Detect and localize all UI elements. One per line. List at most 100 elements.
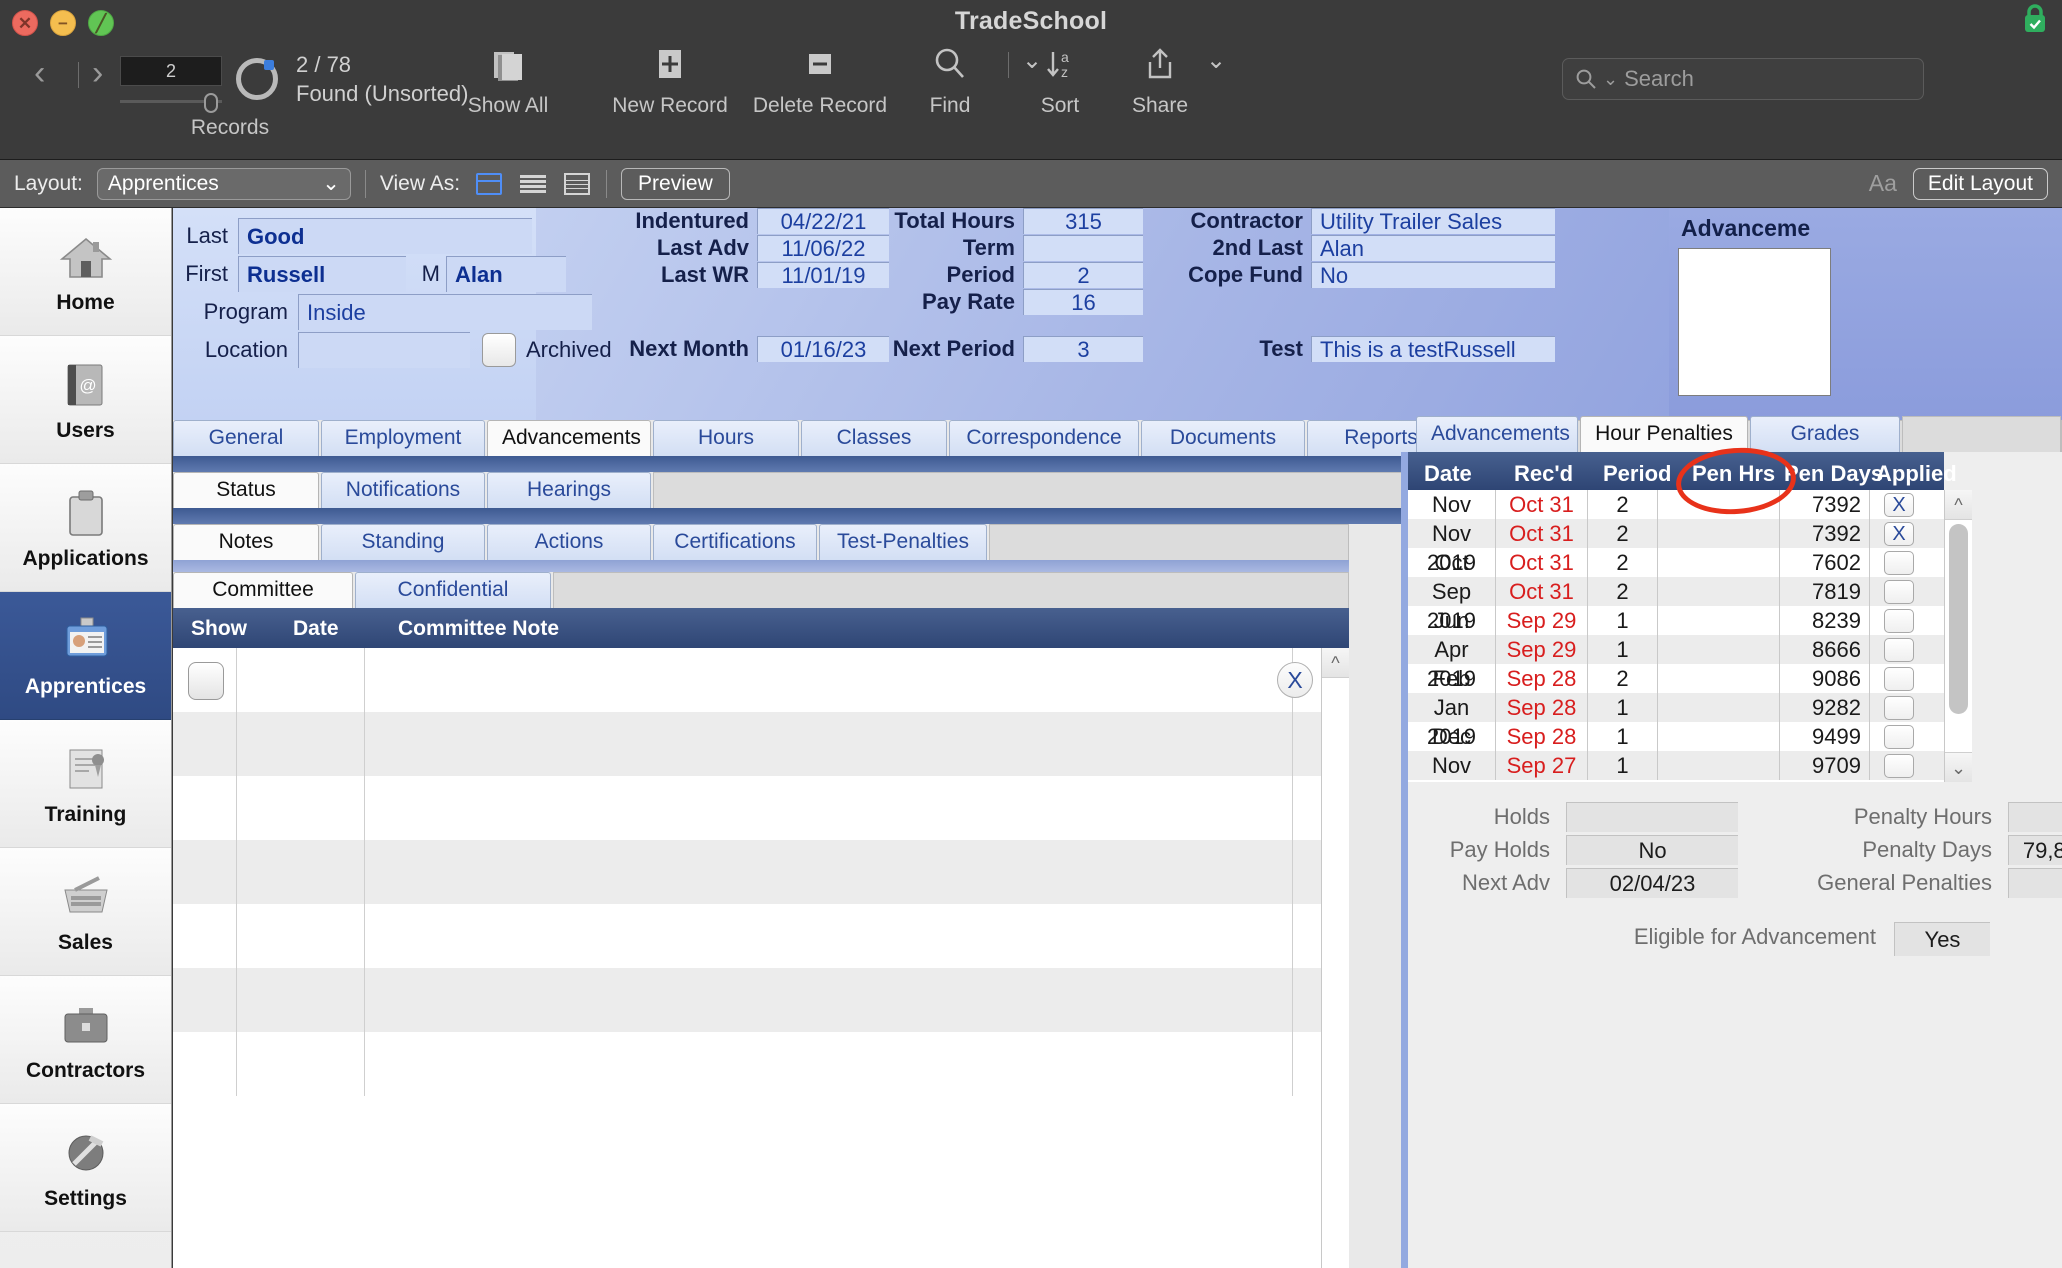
- penalties-scrollbar[interactable]: ^ ⌄: [1944, 490, 1972, 782]
- scroll-up-button[interactable]: ^: [1322, 648, 1349, 678]
- penalties-table[interactable]: Nov 2019Oct 3127392XNov 2019Oct 3127392X…: [1408, 490, 1944, 782]
- tab-hearings[interactable]: Hearings: [487, 472, 651, 508]
- sidebar-item-apprentices[interactable]: Apprentices: [0, 592, 171, 720]
- tab-committee-notes[interactable]: Committee Notes: [173, 572, 353, 635]
- note-row[interactable]: [173, 904, 1349, 968]
- penalty-row[interactable]: Oct 2019Oct 312 7602: [1408, 548, 1944, 604]
- note-row[interactable]: [173, 840, 1349, 904]
- note-row[interactable]: [173, 712, 1349, 776]
- sidebar-item-users[interactable]: @ Users: [0, 336, 171, 464]
- record-slider[interactable]: 2: [120, 56, 222, 113]
- note-row[interactable]: [173, 968, 1349, 1032]
- penalty-row[interactable]: Sep 2019 Oct 31 2 7819: [1408, 577, 1944, 633]
- pay-holds-field[interactable]: No: [1566, 835, 1738, 865]
- search-input[interactable]: ⌄ Search: [1562, 58, 1924, 100]
- edit-layout-button[interactable]: Edit Layout: [1912, 167, 2048, 200]
- tab-documents[interactable]: Documents: [1141, 420, 1305, 456]
- sidebar-item-applications[interactable]: Applications: [0, 464, 171, 592]
- penalty-applied-cell[interactable]: [1870, 751, 1944, 780]
- preview-button[interactable]: Preview: [621, 167, 730, 200]
- penalty-applied-checkbox[interactable]: [1884, 696, 1914, 720]
- penalty-applied-cell[interactable]: [1870, 693, 1944, 722]
- scrollbar-thumb[interactable]: [1949, 524, 1968, 714]
- note-row[interactable]: [173, 1032, 1349, 1096]
- note-text-cell[interactable]: [365, 712, 1293, 776]
- program-field[interactable]: Inside: [298, 294, 592, 330]
- tab-notifications[interactable]: Notifications: [321, 472, 485, 508]
- advancement-portal[interactable]: [1678, 248, 1831, 396]
- note-show-cell[interactable]: [173, 648, 237, 712]
- tab-hours[interactable]: Hours: [653, 420, 799, 456]
- penalty-row[interactable]: Nov 2019Oct 312 7392 X: [1408, 490, 1944, 546]
- tab-standing[interactable]: Standing: [321, 524, 485, 560]
- note-text-cell[interactable]: [365, 904, 1293, 968]
- penalty-row[interactable]: Nov 2019Oct 312 7392 X: [1408, 519, 1944, 575]
- tab-actions[interactable]: Actions: [487, 524, 651, 560]
- sidebar-item-contractors[interactable]: Contractors: [0, 976, 171, 1104]
- cope-fund-field[interactable]: No: [1311, 262, 1555, 288]
- tab-general[interactable]: General: [173, 420, 319, 456]
- new-record-button[interactable]: New Record: [600, 36, 740, 118]
- note-text-cell[interactable]: [365, 776, 1293, 840]
- first-name-field[interactable]: Russell: [238, 256, 406, 292]
- delete-record-button[interactable]: Delete Record: [730, 36, 910, 118]
- note-show-cell[interactable]: [173, 904, 237, 968]
- text-format-icon[interactable]: Aa: [1869, 170, 1897, 197]
- second-last-field[interactable]: Alan: [1311, 235, 1555, 261]
- note-show-cell[interactable]: [173, 776, 237, 840]
- penalty-applied-checkbox[interactable]: [1884, 638, 1914, 662]
- penalty-applied-cell[interactable]: [1870, 635, 1944, 664]
- scroll-down-button[interactable]: ⌄: [1945, 752, 1972, 782]
- note-show-cell[interactable]: [173, 1032, 237, 1096]
- tab-grades[interactable]: Grades: [1750, 416, 1900, 452]
- penalty-row[interactable]: Jan 2019 Sep 28 1 9282: [1408, 693, 1944, 749]
- tab-certifications[interactable]: Certifications: [653, 524, 817, 560]
- note-text-cell[interactable]: [365, 1032, 1293, 1096]
- note-date-cell[interactable]: [237, 648, 365, 712]
- tab-employment[interactable]: Employment: [321, 420, 485, 456]
- middle-name-field[interactable]: Alan: [446, 256, 566, 292]
- share-dropdown-button[interactable]: ⌄: [1196, 46, 1236, 75]
- previous-record-button[interactable]: ‹: [34, 56, 45, 90]
- delete-note-button[interactable]: X: [1277, 662, 1313, 698]
- notes-list[interactable]: [173, 648, 1349, 1268]
- slider-thumb[interactable]: [204, 93, 218, 113]
- tab-advancements-sub[interactable]: Advancements: [1416, 416, 1578, 452]
- penalty-days-field[interactable]: 79,821: [2008, 835, 2062, 865]
- view-as-list-button[interactable]: [518, 171, 548, 197]
- penalty-applied-cell[interactable]: X: [1870, 519, 1944, 548]
- penalty-applied-cell[interactable]: X: [1870, 490, 1944, 519]
- note-date-cell[interactable]: [237, 712, 365, 776]
- note-show-cell[interactable]: [173, 968, 237, 1032]
- penalty-applied-cell[interactable]: [1870, 577, 1944, 606]
- penalty-applied-checkbox[interactable]: X: [1884, 493, 1914, 517]
- note-text-cell[interactable]: [365, 840, 1293, 904]
- penalty-applied-cell[interactable]: [1870, 664, 1944, 693]
- view-as-table-button[interactable]: [562, 171, 592, 197]
- tab-hour-penalties[interactable]: Hour Penalties: [1580, 416, 1748, 452]
- view-as-form-button[interactable]: [474, 171, 504, 197]
- note-date-cell[interactable]: [237, 1032, 365, 1096]
- notes-scrollbar[interactable]: ^: [1321, 648, 1349, 1268]
- note-show-cell[interactable]: [173, 840, 237, 904]
- sidebar-item-training[interactable]: Training: [0, 720, 171, 848]
- show-all-button[interactable]: Show All: [448, 36, 568, 118]
- tab-correspondence[interactable]: Correspondence: [949, 420, 1139, 456]
- pay-rate-field[interactable]: 16: [1023, 289, 1143, 315]
- note-date-cell[interactable]: [237, 904, 365, 968]
- note-show-checkbox[interactable]: [188, 662, 224, 700]
- penalty-hours-field[interactable]: [2008, 802, 2062, 832]
- tab-status[interactable]: Status: [173, 472, 319, 508]
- holds-field[interactable]: [1566, 802, 1738, 832]
- sidebar-item-settings[interactable]: Settings: [0, 1104, 171, 1232]
- eligible-field[interactable]: Yes: [1894, 922, 1990, 956]
- record-slider-track[interactable]: [120, 93, 222, 113]
- next-record-button[interactable]: ›: [92, 56, 103, 90]
- note-date-cell[interactable]: [237, 776, 365, 840]
- penalty-applied-checkbox[interactable]: [1884, 667, 1914, 691]
- penalty-applied-checkbox[interactable]: [1884, 725, 1914, 749]
- penalty-row[interactable]: Feb 2019Sep 282 9086: [1408, 664, 1944, 720]
- next-adv-field[interactable]: 02/04/23: [1566, 868, 1738, 898]
- record-number-field[interactable]: 2: [120, 56, 222, 86]
- last-name-field[interactable]: Good: [238, 218, 532, 254]
